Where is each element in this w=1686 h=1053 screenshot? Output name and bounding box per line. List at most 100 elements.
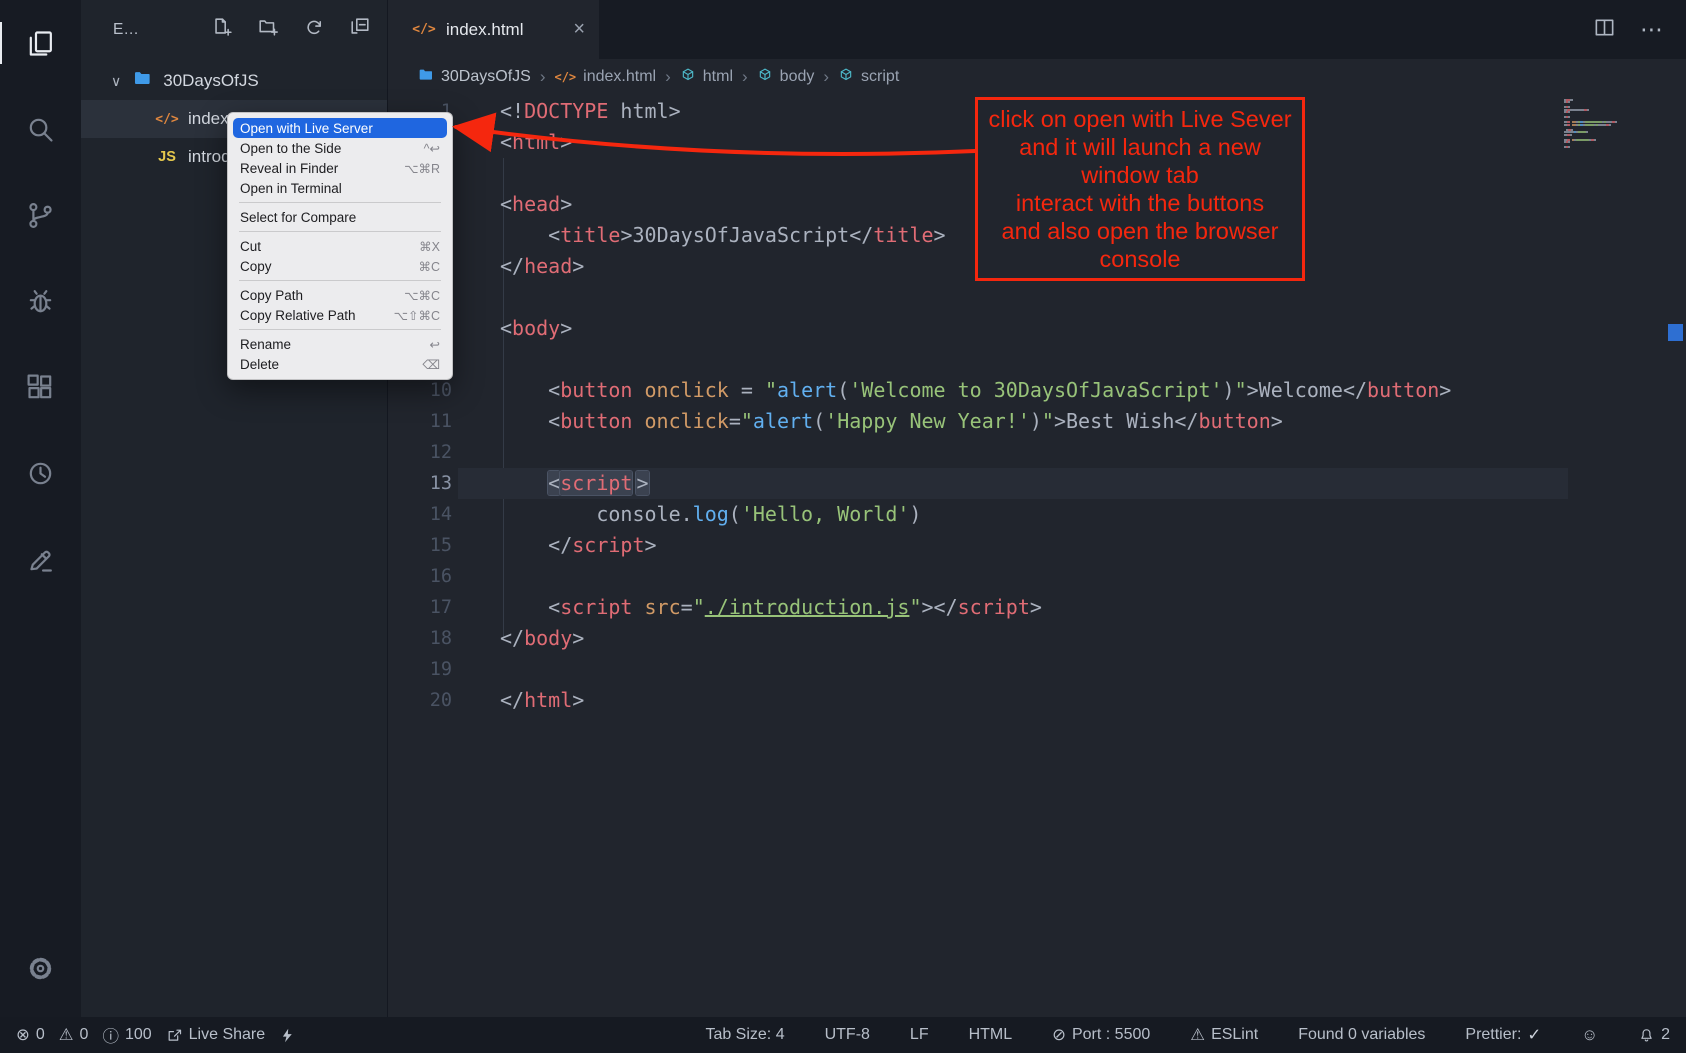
code-text[interactable]: <!DOCTYPE html>: [452, 96, 681, 127]
code-text[interactable]: [452, 282, 500, 313]
menu-item-open-with-live-server[interactable]: Open with Live Server: [233, 118, 447, 138]
explorer-actions: [211, 16, 371, 43]
menu-item-copy-path[interactable]: Copy Path⌥⌘C: [228, 285, 452, 305]
status-notifications[interactable]: 2: [1638, 1026, 1670, 1044]
new-folder-icon[interactable]: [257, 16, 279, 43]
code-line[interactable]: 16: [388, 561, 1686, 592]
split-editor-icon[interactable]: [1593, 16, 1616, 44]
annotation-line: click on open with Live Sever: [980, 105, 1300, 133]
menu-item-open-to-the-side[interactable]: Open to the Side^↩: [228, 138, 452, 158]
code-line[interactable]: 12: [388, 437, 1686, 468]
status-bar: ⊗0 ⚠0 ⓘ100 Live Share Tab Size: 4 UTF-8 LF HTM…: [0, 1017, 1686, 1053]
code-text[interactable]: </html>: [452, 685, 584, 716]
code-text[interactable]: <script src="./introduction.js"></script…: [452, 592, 1042, 623]
status-feedback[interactable]: ☺: [1581, 1026, 1598, 1045]
code-text[interactable]: <button onclick = "alert('Welcome to 30D…: [452, 375, 1451, 406]
code-text[interactable]: <title>30DaysOfJavaScript</title>: [452, 220, 946, 251]
menu-item-delete[interactable]: Delete⌫: [228, 354, 452, 374]
code-text[interactable]: [452, 654, 500, 685]
run-debug-icon[interactable]: [0, 274, 81, 328]
settings-gear-icon[interactable]: [0, 941, 81, 995]
menu-item-shortcut: ↩: [430, 337, 440, 352]
status-warnings[interactable]: ⚠0: [59, 1025, 89, 1045]
status-bolt[interactable]: [279, 1027, 296, 1044]
pen-icon[interactable]: [0, 532, 81, 586]
code-text[interactable]: <head>: [452, 189, 572, 220]
menu-item-reveal-in-finder[interactable]: Reveal in Finder⌥⌘R: [228, 158, 452, 178]
code-text[interactable]: <script>: [452, 468, 649, 499]
code-line[interactable]: 15 </script>: [388, 530, 1686, 561]
code-text[interactable]: </body>: [452, 623, 584, 654]
menu-item-open-in-terminal[interactable]: Open in Terminal: [228, 178, 452, 198]
close-icon[interactable]: ×: [573, 18, 585, 41]
status-eslint[interactable]: ⚠ESLint: [1190, 1025, 1258, 1045]
status-infos[interactable]: ⓘ100: [102, 1023, 151, 1047]
status-port[interactable]: ⊘Port : 5500: [1052, 1025, 1150, 1045]
breadcrumb-separator: ›: [823, 67, 829, 87]
menu-item-select-for-compare[interactable]: Select for Compare: [228, 207, 452, 227]
code-text[interactable]: [452, 344, 500, 375]
status-found-variables[interactable]: Found 0 variables: [1298, 1026, 1425, 1044]
code-line[interactable]: 19: [388, 654, 1686, 685]
code-text[interactable]: </head>: [452, 251, 584, 282]
status-eol[interactable]: LF: [910, 1026, 929, 1044]
breadcrumb-item-html[interactable]: html: [680, 67, 733, 88]
code-text[interactable]: <button onclick="alert('Happy New Year!'…: [452, 406, 1283, 437]
new-file-icon[interactable]: [211, 16, 233, 43]
code-text[interactable]: <body>: [452, 313, 572, 344]
menu-item-cut[interactable]: Cut ⌘X: [228, 236, 452, 256]
breadcrumb-item-body[interactable]: body: [757, 67, 815, 88]
code-text[interactable]: <html>: [452, 127, 572, 158]
status-tab-size[interactable]: Tab Size: 4: [705, 1026, 784, 1044]
explorer-icon[interactable]: [0, 16, 81, 70]
status-label: Found 0 variables: [1298, 1026, 1425, 1044]
code-line[interactable]: 7: [388, 282, 1686, 313]
collapse-all-icon[interactable]: [349, 16, 371, 43]
status-live-share[interactable]: Live Share: [166, 1026, 266, 1044]
status-encoding[interactable]: UTF-8: [825, 1026, 870, 1044]
code-text[interactable]: [452, 158, 500, 189]
annotation-box: click on open with Live Sever and it wil…: [975, 97, 1305, 281]
menu-item-rename[interactable]: Rename↩: [228, 334, 452, 354]
code-line[interactable]: 18</body>: [388, 623, 1686, 654]
code-line[interactable]: 8<body>: [388, 313, 1686, 344]
more-actions-icon[interactable]: ⋯: [1640, 16, 1664, 43]
source-control-icon[interactable]: [0, 188, 81, 242]
code-line[interactable]: 14 console.log('Hello, World'): [388, 499, 1686, 530]
code-line[interactable]: 10 <button onclick = "alert('Welcome to …: [388, 375, 1686, 406]
extensions-icon[interactable]: [0, 360, 81, 414]
code-line[interactable]: 11 <button onclick="alert('Happy New Yea…: [388, 406, 1686, 437]
status-errors[interactable]: ⊗0: [16, 1025, 45, 1045]
vscode-window: E… ∨ 30DaysOfJS </> in: [0, 0, 1686, 1053]
minimap-line: [1564, 146, 1660, 148]
menu-item-copy[interactable]: Copy⌘C: [228, 256, 452, 276]
code-text[interactable]: [452, 437, 500, 468]
code-line[interactable]: 20</html>: [388, 685, 1686, 716]
menu-separator: [239, 231, 441, 232]
code-text[interactable]: </script>: [452, 530, 657, 561]
status-language[interactable]: HTML: [969, 1026, 1013, 1044]
breadcrumb-item-script[interactable]: script: [838, 67, 899, 88]
menu-item-shortcut: ⌘X: [419, 239, 440, 254]
menu-item-label: Cut: [240, 239, 261, 254]
tab-index-html[interactable]: </> index.html ×: [388, 0, 599, 59]
search-icon[interactable]: [0, 102, 81, 156]
status-label: 0: [80, 1026, 89, 1044]
code-text[interactable]: console.log('Hello, World'): [452, 499, 921, 530]
breadcrumb-item-index-html[interactable]: </>index.html: [554, 68, 656, 86]
code-line[interactable]: 17 <script src="./introduction.js"></scr…: [388, 592, 1686, 623]
code-line[interactable]: 13 <script>: [388, 468, 1686, 499]
tab-bar: </> index.html × ⋯: [388, 0, 1686, 59]
menu-item-copy-relative-path[interactable]: Copy Relative Path⌥⇧⌘C: [228, 305, 452, 325]
explorer-title: E…: [113, 21, 139, 39]
refresh-icon[interactable]: [303, 16, 325, 43]
code-text[interactable]: [452, 561, 500, 592]
breadcrumb-item-30daysofjs[interactable]: 30DaysOfJS: [418, 67, 531, 88]
tree-folder-30daysofjs[interactable]: ∨ 30DaysOfJS: [81, 62, 387, 100]
minimap[interactable]: [1564, 99, 1660, 149]
code-line[interactable]: 9: [388, 344, 1686, 375]
status-prettier[interactable]: Prettier:✓: [1465, 1025, 1541, 1045]
history-icon[interactable]: [0, 446, 81, 500]
menu-separator: [239, 202, 441, 203]
folder-label: 30DaysOfJS: [163, 71, 258, 91]
